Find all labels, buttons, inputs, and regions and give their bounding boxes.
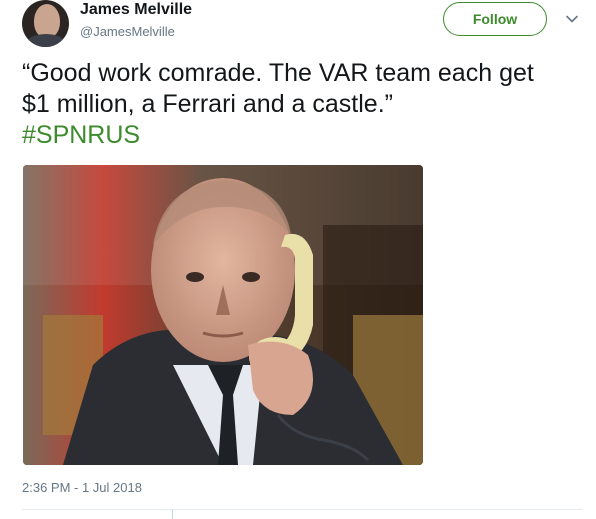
tweet-text-line-1: “Good work comrade. The VAR team each ge… — [22, 59, 534, 87]
follow-button[interactable]: Follow — [443, 2, 547, 36]
tweet-timestamp[interactable]: 2:36 PM - 1 Jul 2018 — [22, 480, 142, 495]
author-handle[interactable]: @JamesMelville — [80, 24, 175, 39]
divider — [22, 509, 582, 510]
avatar[interactable] — [22, 0, 69, 47]
tweet-text-line-2: $1 million, a Ferrari and a castle.” — [22, 90, 393, 118]
tweet: James Melville @JamesMelville Follow “Go… — [0, 0, 596, 519]
avatar-face — [34, 4, 60, 38]
author-name[interactable]: James Melville — [80, 1, 192, 19]
photo-illustration — [23, 165, 423, 465]
hashtag-link[interactable]: #SPNRUS — [22, 121, 140, 149]
chevron-down-icon[interactable] — [564, 11, 580, 27]
tweet-text: “Good work comrade. The VAR team each ge… — [22, 58, 587, 151]
avatar-shirt — [26, 34, 66, 47]
tweet-photo[interactable] — [23, 165, 423, 465]
stats-separator — [172, 509, 173, 519]
